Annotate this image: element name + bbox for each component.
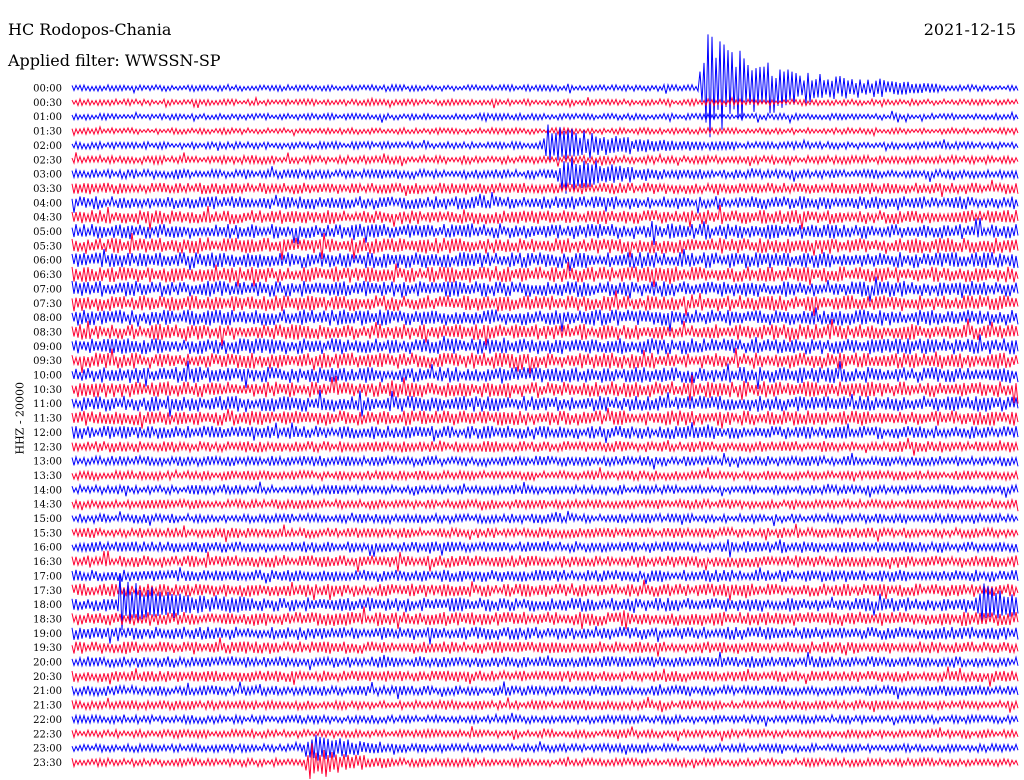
- time-label: 02:30: [33, 155, 62, 166]
- time-label: 22:30: [33, 729, 62, 740]
- trace-row: [71, 334, 1019, 355]
- time-label: 09:00: [33, 342, 62, 353]
- time-label: 12:00: [33, 428, 62, 439]
- trace-row: [71, 510, 1019, 527]
- time-label: 23:00: [33, 744, 62, 755]
- time-label: 20:30: [33, 672, 62, 683]
- trace-row: [71, 152, 1019, 167]
- trace-row: [71, 452, 1019, 470]
- trace-row: [71, 467, 1019, 483]
- time-label: 13:00: [33, 457, 62, 468]
- time-label: 04:30: [33, 213, 62, 224]
- time-label: 17:00: [33, 571, 62, 582]
- trace-row: [71, 726, 1019, 742]
- time-label: 04:00: [33, 198, 62, 209]
- trace-row: [71, 696, 1019, 713]
- trace-row: [71, 539, 1019, 558]
- time-label: 19:00: [33, 629, 62, 640]
- trace-row: [71, 651, 1019, 671]
- time-label: 07:00: [33, 284, 62, 295]
- time-label: 11:30: [33, 414, 62, 425]
- time-label: 08:00: [33, 313, 62, 324]
- trace-row: [71, 606, 1019, 630]
- trace-row: [71, 124, 1019, 161]
- trace-row: [71, 179, 1019, 197]
- time-label: 03:00: [33, 170, 62, 181]
- time-label: 16:30: [33, 557, 62, 568]
- trace-row: [71, 437, 1019, 456]
- time-label: 08:30: [33, 327, 62, 338]
- time-label: 10:00: [33, 371, 62, 382]
- time-label: 06:30: [33, 270, 62, 281]
- trace-row: [71, 637, 1019, 657]
- time-label: 00:00: [33, 84, 62, 95]
- trace-row: [71, 34, 1019, 138]
- time-label: 13:30: [33, 471, 62, 482]
- time-label: 09:30: [33, 356, 62, 367]
- trace-row: [71, 579, 1019, 601]
- trace-row: [71, 192, 1019, 214]
- time-label: 03:30: [33, 184, 62, 195]
- time-label: 01:00: [33, 112, 62, 123]
- time-label: 19:30: [33, 643, 62, 654]
- trace-row: [71, 422, 1019, 443]
- time-label: 17:30: [33, 586, 62, 597]
- trace-row: [71, 666, 1019, 687]
- helicorder-plot: 00:00 00:30 01:00 01:30 02:00 02:30 03:00 03:30…: [33, 34, 1019, 780]
- trace-row: [71, 734, 1019, 761]
- time-label: 22:00: [33, 715, 62, 726]
- time-label: 18:00: [33, 600, 62, 611]
- trace-row: [71, 407, 1019, 429]
- time-label: 14:00: [33, 485, 62, 496]
- trace-row: [71, 712, 1019, 727]
- trace-row: [71, 550, 1019, 573]
- time-label: 14:30: [33, 500, 62, 511]
- time-label: 06:00: [33, 256, 62, 267]
- time-label: 20:00: [33, 658, 62, 669]
- trace-row: [71, 248, 1019, 271]
- time-label: 10:30: [33, 385, 62, 396]
- time-label: 05:30: [33, 241, 62, 252]
- trace-row: [71, 681, 1019, 700]
- trace-row: [71, 481, 1019, 498]
- trace-row: [71, 523, 1019, 543]
- time-label: 21:00: [33, 686, 62, 697]
- trace-row: [71, 110, 1019, 125]
- time-label: 01:30: [33, 127, 62, 138]
- trace-row: [71, 125, 1019, 138]
- time-label: 05:00: [33, 227, 62, 238]
- time-label: 16:00: [33, 543, 62, 554]
- time-label: 23:30: [33, 758, 62, 769]
- trace-row: [71, 290, 1019, 316]
- time-label: 21:30: [33, 701, 62, 712]
- time-label: 11:00: [33, 399, 62, 410]
- time-label: 15:00: [33, 514, 62, 525]
- time-label: 12:30: [33, 442, 62, 453]
- trace-row: [71, 567, 1019, 585]
- trace-row: [71, 497, 1019, 512]
- trace-row: [71, 95, 1019, 109]
- time-label: 15:30: [33, 528, 62, 539]
- time-label: 18:30: [33, 614, 62, 625]
- time-label: 07:30: [33, 299, 62, 310]
- time-label: 02:00: [33, 141, 62, 152]
- trace-row: [71, 626, 1019, 645]
- time-label: 00:30: [33, 98, 62, 109]
